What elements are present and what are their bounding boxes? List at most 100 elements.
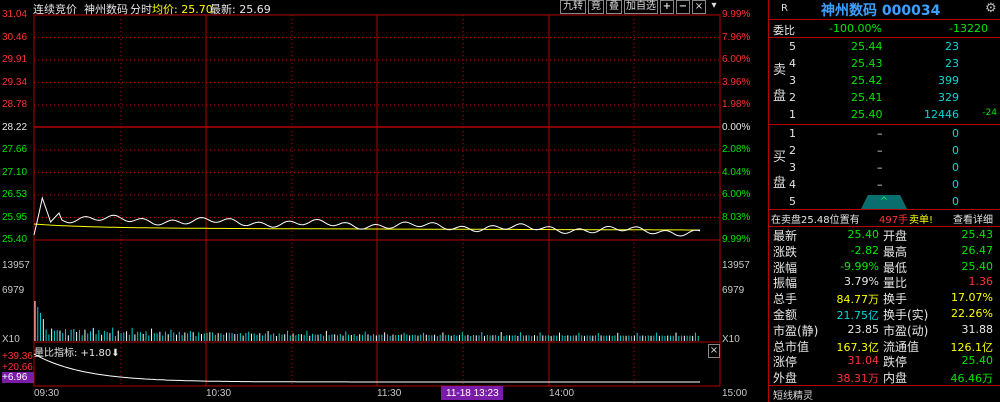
stats-row: 金额 21.75亿 换手(实) 22.26% (769, 306, 1000, 322)
price: 25.42 (851, 74, 883, 87)
price: – (877, 144, 883, 157)
stat-value: 25.43 (961, 228, 994, 241)
volume: 12446 (924, 108, 959, 121)
time-label-1030: 10:30 (206, 388, 232, 399)
level: 2 (789, 91, 796, 104)
stat-value: -2.82 (850, 243, 879, 257)
stat-value: 126.1亿 (950, 340, 994, 354)
stat-label: 涨幅 (773, 260, 798, 275)
gear-icon[interactable]: ⚙ (985, 1, 997, 16)
sell-order-row[interactable]: 3 25.42 399 (769, 72, 1000, 89)
volume-axis-left-mid: 6979 (2, 285, 25, 296)
price: – (877, 178, 883, 191)
price: 25.43 (851, 57, 883, 70)
buy-order-row[interactable]: 4 – 0 (769, 176, 1000, 193)
stat-value: 25.40 (961, 354, 994, 368)
pct-tick-label: 3.96% (722, 76, 751, 88)
pct-tick-label: 7.96% (722, 31, 751, 43)
volume: 0 (952, 178, 959, 191)
level: 1 (789, 127, 796, 140)
stat-value: -9.99% (840, 259, 879, 273)
stats-row: 外盘 38.31万 内盘 46.46万 (769, 369, 1000, 385)
stat-label: 流通值 (883, 339, 920, 354)
stat-value: 167.3亿 (836, 340, 880, 354)
pct-tick-label: 1.98% (722, 99, 751, 110)
panel-title: 神州数码 000034 (821, 3, 941, 19)
stat-label: 外盘 (773, 371, 798, 386)
quote-panel: R 神州数码 000034 ⚙ 委比 -100.00% -13220 卖盘 52… (768, 0, 1000, 402)
sell-order-row[interactable]: 2 25.41 329 (769, 89, 1000, 106)
stat-label: 总市值 (773, 339, 810, 354)
stat-label: 振幅 (773, 276, 798, 291)
pct-tick-label: 2.08% (722, 144, 751, 155)
weibi-row: 委比 -100.00% -13220 (769, 20, 1000, 37)
pct-tick-label: 9.99% (722, 9, 751, 20)
pct-tick-label: 0.00% (722, 121, 751, 133)
level: 3 (789, 161, 796, 174)
price-tick-label: 30.46 (2, 31, 28, 43)
volume-axis-left-unit: X10 (2, 334, 20, 345)
price-tick-label: 25.95 (2, 211, 28, 223)
volume-axis-left-high: 13957 (2, 260, 30, 271)
chart-svg (33, 14, 721, 400)
volume: 23 (945, 57, 959, 70)
stat-label: 内盘 (883, 371, 908, 386)
sell-order-row[interactable]: 4 25.43 23 (769, 55, 1000, 72)
price-tick-label: 29.34 (2, 76, 28, 88)
footer-label[interactable]: 短线精灵 (773, 387, 813, 402)
price-tick-label: 28.78 (2, 99, 28, 110)
stat-value: 1.36 (968, 275, 994, 289)
stat-value: 17.07% (951, 291, 993, 305)
time-label-1500: 15:00 (722, 388, 748, 399)
stat-label: 最高 (883, 244, 908, 259)
stats-row: 总手 84.77万 换手 17.07% (769, 290, 1000, 306)
stat-label: 最新 (773, 229, 798, 243)
stat-value: 25.40 (961, 259, 994, 273)
detail-link[interactable]: 查看详细 (953, 211, 993, 226)
stat-label: 涨停 (773, 355, 798, 370)
indicator-label[interactable]: 量比指标: +1.80⬇ (34, 344, 120, 359)
buy-order-row[interactable]: 3 – 0 (769, 159, 1000, 176)
change: -24 (982, 108, 997, 118)
position-side: 卖单! (909, 215, 934, 226)
indicator-close-icon[interactable]: × (708, 344, 720, 358)
volume-axis-right-mid: 6979 (722, 285, 745, 296)
volume: 0 (952, 195, 959, 208)
price: 25.44 (851, 40, 883, 53)
stat-value: 3.79% (844, 275, 879, 289)
stat-value: 38.31万 (836, 372, 880, 386)
stat-label: 最低 (883, 260, 908, 275)
level: 4 (789, 57, 796, 70)
weibi-label: 委比 (773, 24, 795, 37)
volume: 399 (938, 74, 959, 87)
stat-label: 量比 (883, 276, 908, 291)
volume: 0 (952, 144, 959, 157)
buy-order-row[interactable]: 2 – 0 (769, 142, 1000, 159)
stat-value: 23.85 (847, 322, 880, 336)
stat-value: 31.04 (847, 354, 880, 368)
price-tick-label: 28.22 (2, 121, 28, 133)
stats-row: 振幅 3.79% 量比 1.36 (769, 274, 1000, 290)
grid-lines (34, 15, 720, 386)
sell-order-row[interactable]: 1 25.40 12446 -24 (769, 106, 1000, 123)
stats-row: 最新 25.40 开盘 25.43 (769, 227, 1000, 243)
price: – (877, 161, 883, 174)
volume-bars (34, 301, 699, 341)
pct-tick-label: 6.00% (722, 189, 751, 200)
indicator-axis-current: +6.96 (2, 372, 34, 383)
time-label-0930: 09:30 (34, 388, 60, 399)
pct-tick-label: 8.03% (722, 211, 751, 223)
price-tick-label: 27.10 (2, 166, 28, 178)
stat-label: 涨跌 (773, 244, 798, 259)
price-tick-label: 29.91 (2, 54, 28, 65)
sell-order-row[interactable]: 5 25.44 23 (769, 38, 1000, 55)
level: 5 (789, 40, 796, 53)
avg-price-line (33, 223, 700, 231)
stat-value: 31.88 (961, 322, 994, 336)
intraday-chart-area[interactable]: 连续竞价 神州数码 分时 均价: 25.70 最新: 25.69 九转 竟 叠 … (0, 0, 768, 402)
scroll-up-button[interactable]: ^ (861, 195, 907, 209)
buy-order-row[interactable]: 1 – 0 (769, 125, 1000, 142)
weibi-pct: -100.00% (829, 22, 882, 35)
stats-row: 涨跌 -2.82 最高 26.47 (769, 243, 1000, 259)
stat-label: 换手 (883, 292, 908, 307)
